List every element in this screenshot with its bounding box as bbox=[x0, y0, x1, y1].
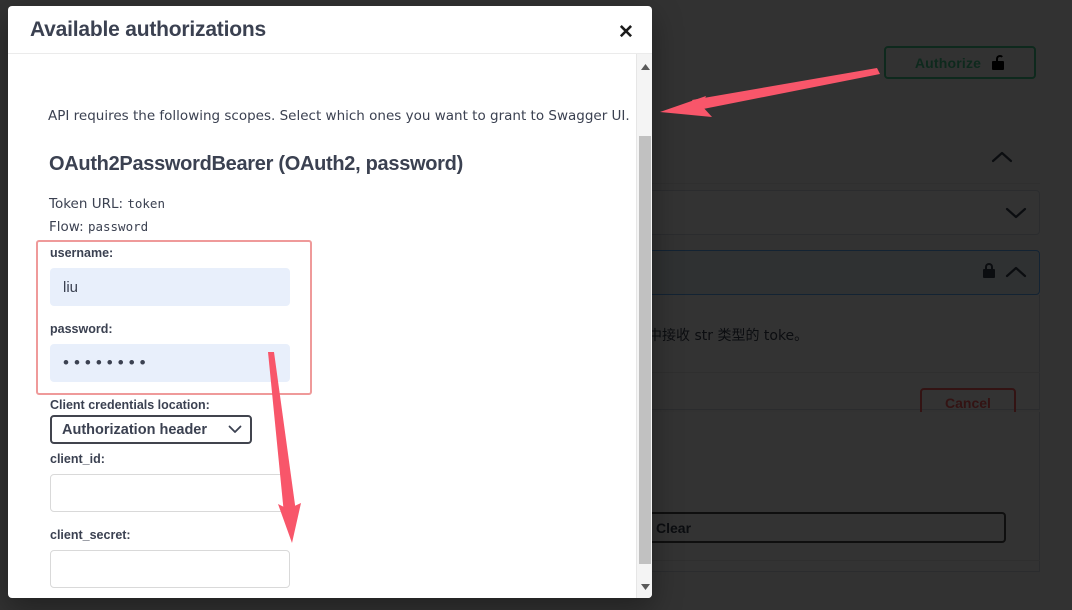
caret-down-icon[interactable] bbox=[637, 579, 652, 595]
client-secret-label: client_secret: bbox=[50, 528, 131, 542]
password-label: password: bbox=[50, 322, 113, 336]
security-scheme-title: OAuth2PasswordBearer (OAuth2, password) bbox=[49, 153, 463, 175]
client-credentials-location-label: Client credentials location: bbox=[50, 398, 210, 412]
username-input[interactable] bbox=[50, 268, 290, 306]
flow-row: Flow: password bbox=[49, 219, 148, 235]
client-credentials-location-select[interactable]: Authorization header bbox=[50, 415, 252, 444]
modal-scrollbar[interactable] bbox=[636, 54, 652, 598]
scrollbar-thumb[interactable] bbox=[639, 136, 651, 564]
close-icon[interactable]: ✕ bbox=[614, 20, 638, 44]
password-input[interactable] bbox=[50, 344, 290, 382]
modal-title: Available authorizations bbox=[30, 17, 266, 41]
token-url-row: Token URL: token bbox=[49, 196, 165, 212]
available-authorizations-modal: Available authorizations ✕ API requires … bbox=[8, 6, 652, 598]
token-url-value: token bbox=[127, 196, 165, 211]
client-id-label: client_id: bbox=[50, 452, 105, 466]
modal-header: Available authorizations ✕ bbox=[8, 6, 652, 54]
screen-root: Authorize bbox=[0, 0, 1072, 610]
flow-value: password bbox=[87, 219, 149, 234]
client-secret-input[interactable] bbox=[50, 550, 290, 588]
flow-label: Flow: bbox=[49, 219, 84, 235]
scopes-note: API requires the following scopes. Selec… bbox=[48, 108, 630, 124]
username-label: username: bbox=[50, 246, 114, 260]
client-credentials-location-value: Authorization header bbox=[62, 421, 208, 438]
modal-scroll-area: API requires the following scopes. Selec… bbox=[8, 54, 642, 598]
caret-up-icon[interactable] bbox=[637, 59, 652, 75]
modal-body: API requires the following scopes. Selec… bbox=[8, 54, 652, 598]
chevron-down-icon bbox=[228, 425, 242, 434]
token-url-label: Token URL: bbox=[49, 196, 124, 212]
client-id-input[interactable] bbox=[50, 474, 290, 512]
